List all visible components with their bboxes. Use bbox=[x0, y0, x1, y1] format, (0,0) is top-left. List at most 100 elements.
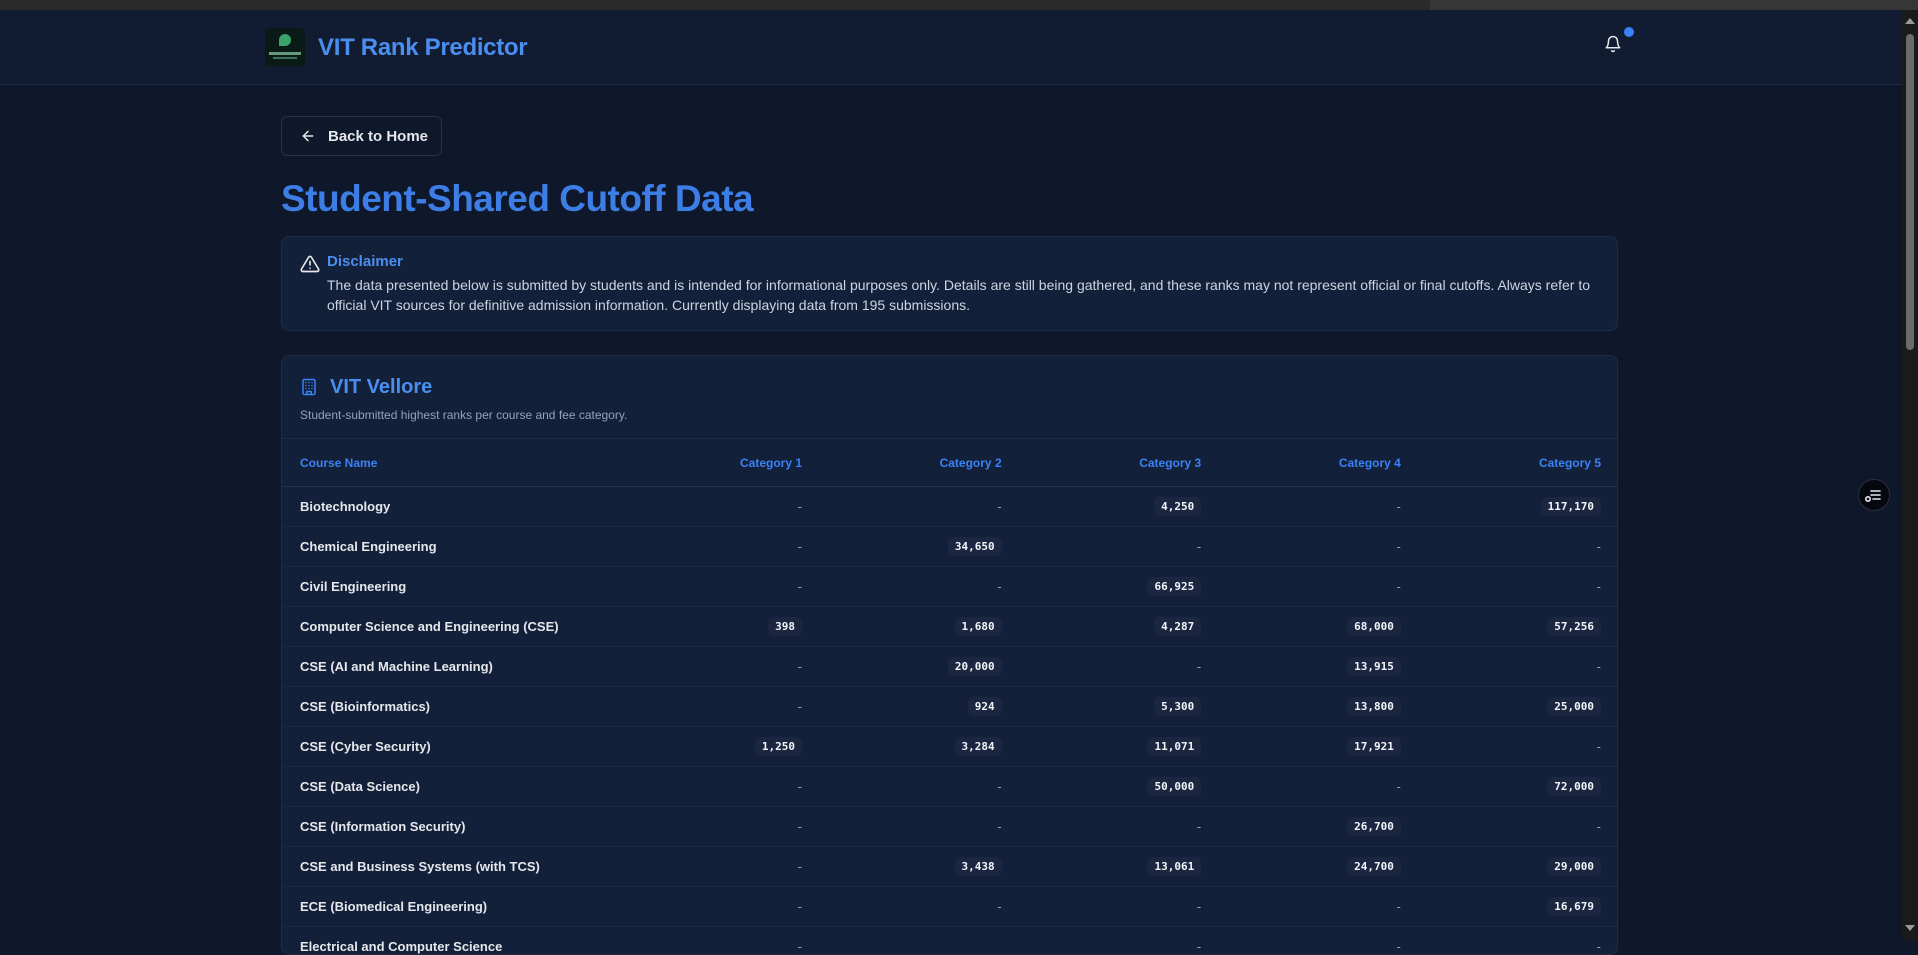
category-2-cell: 924 bbox=[820, 687, 1020, 727]
category-2-cell: - bbox=[820, 487, 1020, 527]
rank-badge: 20,000 bbox=[948, 657, 1002, 676]
column-header-category-1[interactable]: Category 1 bbox=[621, 439, 820, 487]
empty-value: - bbox=[1397, 499, 1401, 514]
campus-subtitle: Student-submitted highest ranks per cour… bbox=[300, 408, 627, 422]
column-header-category-5[interactable]: Category 5 bbox=[1419, 439, 1618, 487]
course-name-cell: Chemical Engineering bbox=[282, 527, 621, 567]
page-scrollbar[interactable] bbox=[1902, 10, 1918, 940]
scrollbar-thumb[interactable] bbox=[1906, 34, 1914, 350]
filter-float-button[interactable] bbox=[1858, 479, 1890, 511]
logo-wordmark bbox=[269, 52, 301, 55]
table-row: CSE and Business Systems (with TCS)-3,43… bbox=[282, 847, 1618, 887]
browser-top-strip bbox=[0, 0, 1918, 10]
rank-badge: 1,250 bbox=[755, 737, 802, 756]
rank-badge: 13,061 bbox=[1147, 857, 1201, 876]
table-row: CSE (Bioinformatics)-9245,30013,80025,00… bbox=[282, 687, 1618, 727]
course-name-cell: CSE (AI and Machine Learning) bbox=[282, 647, 621, 687]
column-header-course[interactable]: Course Name bbox=[282, 439, 621, 487]
column-header-category-2[interactable]: Category 2 bbox=[820, 439, 1020, 487]
cutoff-table: Course Name Category 1 Category 2 Catego… bbox=[282, 438, 1618, 955]
empty-value: - bbox=[798, 779, 802, 794]
category-5-cell: 29,000 bbox=[1419, 847, 1618, 887]
rank-badge: 4,250 bbox=[1154, 497, 1201, 516]
empty-value: - bbox=[997, 819, 1001, 834]
empty-value: - bbox=[798, 539, 802, 554]
table-row: CSE (AI and Machine Learning)-20,000-13,… bbox=[282, 647, 1618, 687]
empty-value: - bbox=[1597, 579, 1601, 594]
column-header-category-3[interactable]: Category 3 bbox=[1020, 439, 1220, 487]
back-to-home-button[interactable]: Back to Home bbox=[281, 116, 442, 156]
category-5-cell: - bbox=[1419, 807, 1618, 847]
back-button-label: Back to Home bbox=[328, 128, 428, 145]
empty-value: - bbox=[1197, 539, 1201, 554]
empty-value: - bbox=[1597, 739, 1601, 754]
rank-badge: 26,700 bbox=[1347, 817, 1401, 836]
category-2-cell bbox=[820, 927, 1020, 955]
empty-value: - bbox=[798, 939, 802, 954]
category-4-cell: 24,700 bbox=[1219, 847, 1419, 887]
scroll-down-icon[interactable] bbox=[1905, 925, 1915, 931]
empty-value: - bbox=[1197, 899, 1201, 914]
rank-badge: 11,071 bbox=[1147, 737, 1201, 756]
building-icon bbox=[300, 377, 318, 397]
empty-value: - bbox=[1597, 819, 1601, 834]
empty-value: - bbox=[798, 699, 802, 714]
empty-value: - bbox=[997, 779, 1001, 794]
empty-value: - bbox=[1197, 819, 1201, 834]
category-4-cell: 13,800 bbox=[1219, 687, 1419, 727]
category-5-cell: 117,170 bbox=[1419, 487, 1618, 527]
category-1-cell: - bbox=[621, 647, 820, 687]
empty-value: - bbox=[1397, 539, 1401, 554]
table-row: ECE (Biomedical Engineering)----16,679 bbox=[282, 887, 1618, 927]
category-1-cell: - bbox=[621, 487, 820, 527]
column-header-category-4[interactable]: Category 4 bbox=[1219, 439, 1419, 487]
course-name-cell: CSE (Data Science) bbox=[282, 767, 621, 807]
category-1-cell: 1,250 bbox=[621, 727, 820, 767]
arrow-left-icon bbox=[300, 128, 316, 144]
category-5-cell: - bbox=[1419, 727, 1618, 767]
filter-list-icon bbox=[1859, 480, 1889, 510]
empty-value: - bbox=[798, 819, 802, 834]
category-5-cell: - bbox=[1419, 647, 1618, 687]
category-1-cell: - bbox=[621, 927, 820, 955]
course-name-cell: Electrical and Computer Science bbox=[282, 927, 621, 955]
category-3-cell: - bbox=[1020, 807, 1220, 847]
category-2-cell: - bbox=[820, 567, 1020, 607]
rank-badge: 68,000 bbox=[1347, 617, 1401, 636]
category-1-cell: - bbox=[621, 887, 820, 927]
rank-badge: 16,679 bbox=[1547, 897, 1601, 916]
category-2-cell: 3,438 bbox=[820, 847, 1020, 887]
category-1-cell: - bbox=[621, 767, 820, 807]
app-logo[interactable] bbox=[265, 28, 305, 66]
rank-badge: 398 bbox=[768, 617, 802, 636]
disclaimer-title: Disclaimer bbox=[327, 253, 403, 270]
empty-value: - bbox=[1397, 779, 1401, 794]
empty-value: - bbox=[798, 499, 802, 514]
category-5-cell: 25,000 bbox=[1419, 687, 1618, 727]
empty-value: - bbox=[1597, 659, 1601, 674]
category-3-cell: - bbox=[1020, 647, 1220, 687]
category-2-cell: - bbox=[820, 807, 1020, 847]
empty-value: - bbox=[798, 659, 802, 674]
scroll-up-icon[interactable] bbox=[1905, 18, 1915, 24]
bell-icon[interactable] bbox=[1604, 34, 1622, 54]
category-4-cell: 26,700 bbox=[1219, 807, 1419, 847]
course-name-cell: CSE (Information Security) bbox=[282, 807, 621, 847]
category-5-cell: 57,256 bbox=[1419, 607, 1618, 647]
empty-value: - bbox=[1397, 939, 1401, 954]
category-3-cell: 4,250 bbox=[1020, 487, 1220, 527]
category-4-cell: - bbox=[1219, 567, 1419, 607]
category-2-cell: 1,680 bbox=[820, 607, 1020, 647]
category-3-cell: - bbox=[1020, 927, 1220, 955]
table-row: CSE (Cyber Security)1,2503,28411,07117,9… bbox=[282, 727, 1618, 767]
category-3-cell: 4,287 bbox=[1020, 607, 1220, 647]
empty-value: - bbox=[798, 579, 802, 594]
rank-badge: 5,300 bbox=[1154, 697, 1201, 716]
empty-value: - bbox=[1397, 579, 1401, 594]
category-4-cell: 13,915 bbox=[1219, 647, 1419, 687]
rank-badge: 29,000 bbox=[1547, 857, 1601, 876]
page-title: Student-Shared Cutoff Data bbox=[281, 178, 753, 220]
app-title[interactable]: VIT Rank Predictor bbox=[318, 34, 527, 62]
table-header-row: Course Name Category 1 Category 2 Catego… bbox=[282, 439, 1618, 487]
category-5-cell: 16,679 bbox=[1419, 887, 1618, 927]
